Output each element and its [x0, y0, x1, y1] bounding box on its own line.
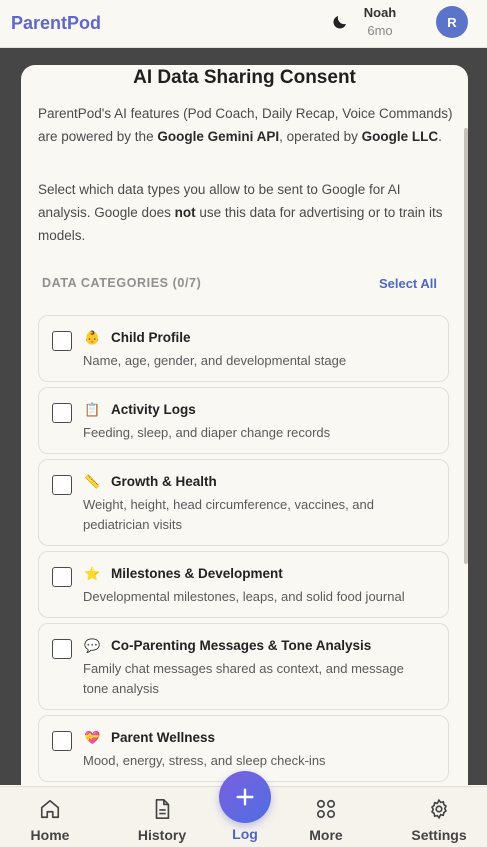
api-name: Google Gemini API — [157, 129, 280, 144]
category-checkbox[interactable] — [52, 475, 72, 495]
nav-history[interactable]: History — [117, 787, 207, 847]
star-icon: ⭐ — [84, 566, 101, 581]
child-name: Noah — [363, 5, 397, 20]
intro-paragraph: ParentPod's AI features (Pod Coach, Dail… — [38, 106, 453, 144]
category-title: Child Profile — [111, 330, 191, 345]
category-title: Activity Logs — [111, 402, 196, 417]
category-card-growth-health[interactable]: 📏 Growth & Health Weight, height, head c… — [38, 459, 449, 546]
nav-label: History — [137, 827, 187, 843]
nav-log-label[interactable]: Log — [215, 826, 275, 842]
category-checkbox[interactable] — [52, 639, 72, 659]
grid-icon — [316, 799, 336, 819]
nav-settings[interactable]: Settings — [394, 787, 484, 847]
category-checkbox[interactable] — [52, 403, 72, 423]
home-icon — [40, 799, 60, 819]
category-description: Name, age, gender, and developmental sta… — [83, 353, 347, 368]
document-icon — [155, 799, 170, 819]
heart-icon: 💝 — [84, 730, 101, 745]
category-title: Growth & Health — [111, 474, 217, 489]
category-checkbox[interactable] — [52, 331, 72, 351]
nav-label: More — [309, 827, 343, 843]
nav-home[interactable]: Home — [5, 787, 95, 847]
category-description: Mood, energy, stress, and sleep check-in… — [83, 753, 326, 768]
category-checkbox[interactable] — [52, 567, 72, 587]
select-all-button[interactable]: Select All — [379, 276, 437, 291]
category-title: Milestones & Development — [111, 566, 283, 581]
category-description: Feeding, sleep, and diaper change record… — [83, 425, 331, 440]
category-checkbox[interactable] — [52, 731, 72, 751]
nav-label: Home — [30, 827, 70, 843]
emphasis-not: not — [174, 205, 196, 220]
avatar[interactable]: R — [436, 6, 468, 38]
child-age: 6mo — [367, 23, 393, 38]
clipboard-icon: 📋 — [84, 402, 101, 417]
child-switcher[interactable]: Noah 6mo — [352, 4, 408, 40]
category-description: Developmental milestones, leaps, and sol… — [83, 589, 405, 604]
category-title: Parent Wellness — [111, 730, 216, 745]
category-card-milestones[interactable]: ⭐ Milestones & Development Developmental… — [38, 551, 449, 618]
brand-logo[interactable]: ParentPod — [11, 13, 101, 34]
category-description: Family chat messages shared as context, … — [83, 661, 404, 696]
nav-more[interactable]: More — [281, 787, 371, 847]
modal-scrollbar[interactable] — [464, 128, 468, 564]
category-card-activity-logs[interactable]: 📋 Activity Logs Feeding, sleep, and diap… — [38, 387, 449, 454]
category-card-child-profile[interactable]: 👶 Child Profile Name, age, gender, and d… — [38, 315, 449, 382]
category-description: Weight, height, head circumference, vacc… — [83, 497, 374, 532]
categories-heading: DATA CATEGORIES (0/7) — [42, 276, 202, 290]
log-fab-button[interactable] — [219, 771, 271, 823]
app-header: ParentPod Noah 6mo R — [0, 0, 487, 48]
consent-modal: AI Data Sharing Consent ParentPod's AI f… — [21, 65, 468, 805]
nav-label: Settings — [411, 827, 467, 843]
modal-title: AI Data Sharing Consent — [133, 67, 356, 88]
speech-bubble-icon: 💬 — [84, 638, 101, 653]
category-card-co-parenting[interactable]: 💬 Co-Parenting Messages & Tone Analysis … — [38, 623, 449, 710]
plus-icon — [236, 788, 254, 806]
category-title: Co-Parenting Messages & Tone Analysis — [111, 638, 372, 653]
gear-icon — [430, 798, 448, 820]
selection-paragraph: Select which data types you allow to be … — [38, 182, 443, 243]
baby-icon: 👶 — [84, 330, 101, 345]
moon-icon[interactable] — [331, 13, 349, 31]
ruler-icon: 📏 — [84, 474, 101, 489]
company-name: Google LLC — [361, 129, 439, 144]
